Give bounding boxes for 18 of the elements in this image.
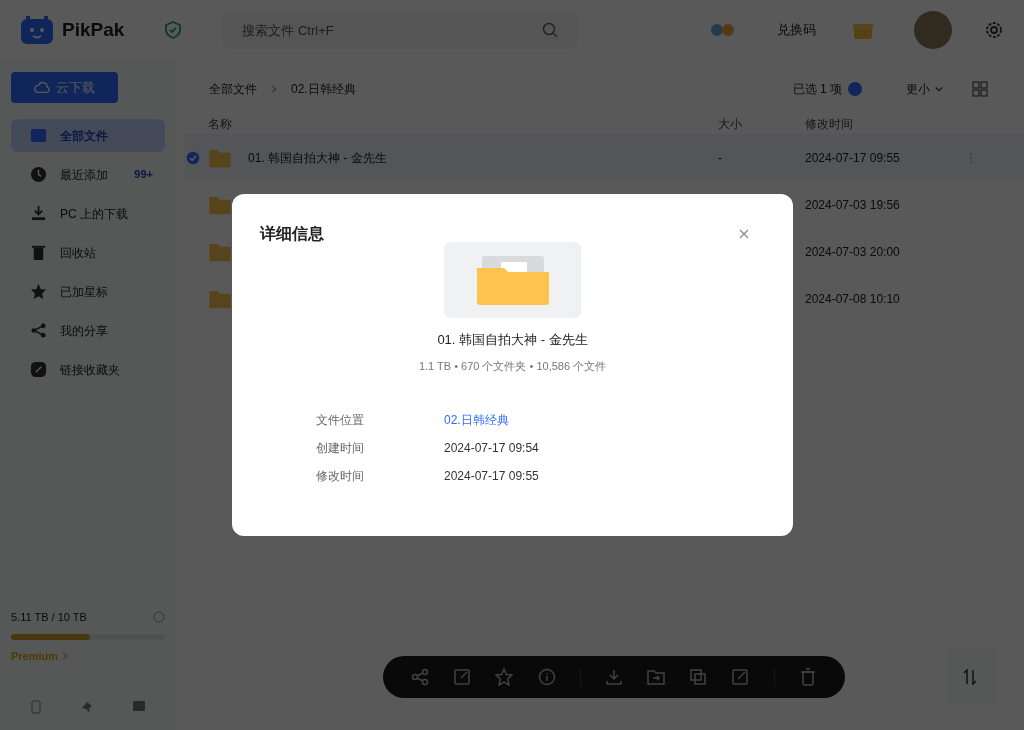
modified-time: 2024-07-03 19:56 — [805, 197, 900, 212]
field-label: 创建时间 — [316, 440, 365, 457]
field-label: 修改时间 — [316, 468, 365, 485]
dialog-title: 详细信息 — [260, 224, 324, 244]
modified-time: 2024-07-08 10:10 — [805, 291, 900, 306]
modified-time: 2024-07-17 09:55 — [805, 150, 900, 165]
selection-count: 已选 1 项 — [792, 81, 842, 98]
folder-name: 01. 韩国自拍大神 - 金先生 — [437, 331, 588, 349]
field-value: 2024-07-17 09:55 — [444, 469, 539, 483]
field-label: 文件位置 — [316, 412, 365, 429]
modified-time: 2024-07-03 20:00 — [805, 244, 900, 259]
field-value: 2024-07-17 09:54 — [444, 441, 539, 455]
logo-text: PikPak — [62, 17, 125, 42]
new-count: 99+ — [134, 167, 153, 183]
folder-summary: 1.1 TB • 670 个文件夹 • 10,586 个文件 — [418, 358, 607, 374]
file-size: - — [718, 150, 722, 165]
file-name: 01. 韩国自拍大神 - 金先生 — [248, 149, 387, 167]
storage-text: 5.11 TB / 10 TB — [11, 610, 87, 625]
